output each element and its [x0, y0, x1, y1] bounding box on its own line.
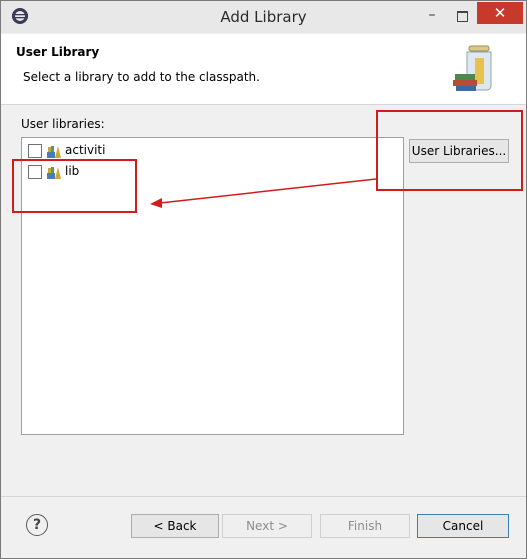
checkbox-activiti[interactable] [28, 144, 42, 158]
user-libraries-label: User libraries: [21, 117, 105, 131]
help-icon[interactable]: ? [26, 514, 48, 536]
maximize-icon [457, 11, 468, 22]
list-item-label: activiti [65, 143, 106, 157]
finish-button[interactable]: Finish [320, 514, 410, 538]
window-title: Add Library [220, 8, 307, 26]
title-bar: Add Library – ✕ [1, 1, 526, 33]
wizard-header: User Library Select a library to add to … [1, 34, 526, 105]
page-description: Select a library to add to the classpath… [23, 70, 260, 84]
library-jar-icon [453, 45, 492, 91]
library-icon [47, 146, 61, 158]
maximize-button[interactable] [449, 7, 475, 27]
annotation-box-lib [12, 159, 137, 213]
cancel-button[interactable]: Cancel [417, 514, 509, 538]
annotation-box-user-libraries [376, 110, 523, 191]
add-library-dialog: Add Library – ✕ User Library Select a li… [0, 0, 527, 559]
back-button[interactable]: < Back [131, 514, 219, 538]
close-button[interactable]: ✕ [477, 2, 523, 24]
page-title: User Library [16, 45, 100, 59]
footer-separator [1, 496, 526, 497]
next-button[interactable]: Next > [222, 514, 312, 538]
minimize-button[interactable]: – [419, 7, 445, 27]
